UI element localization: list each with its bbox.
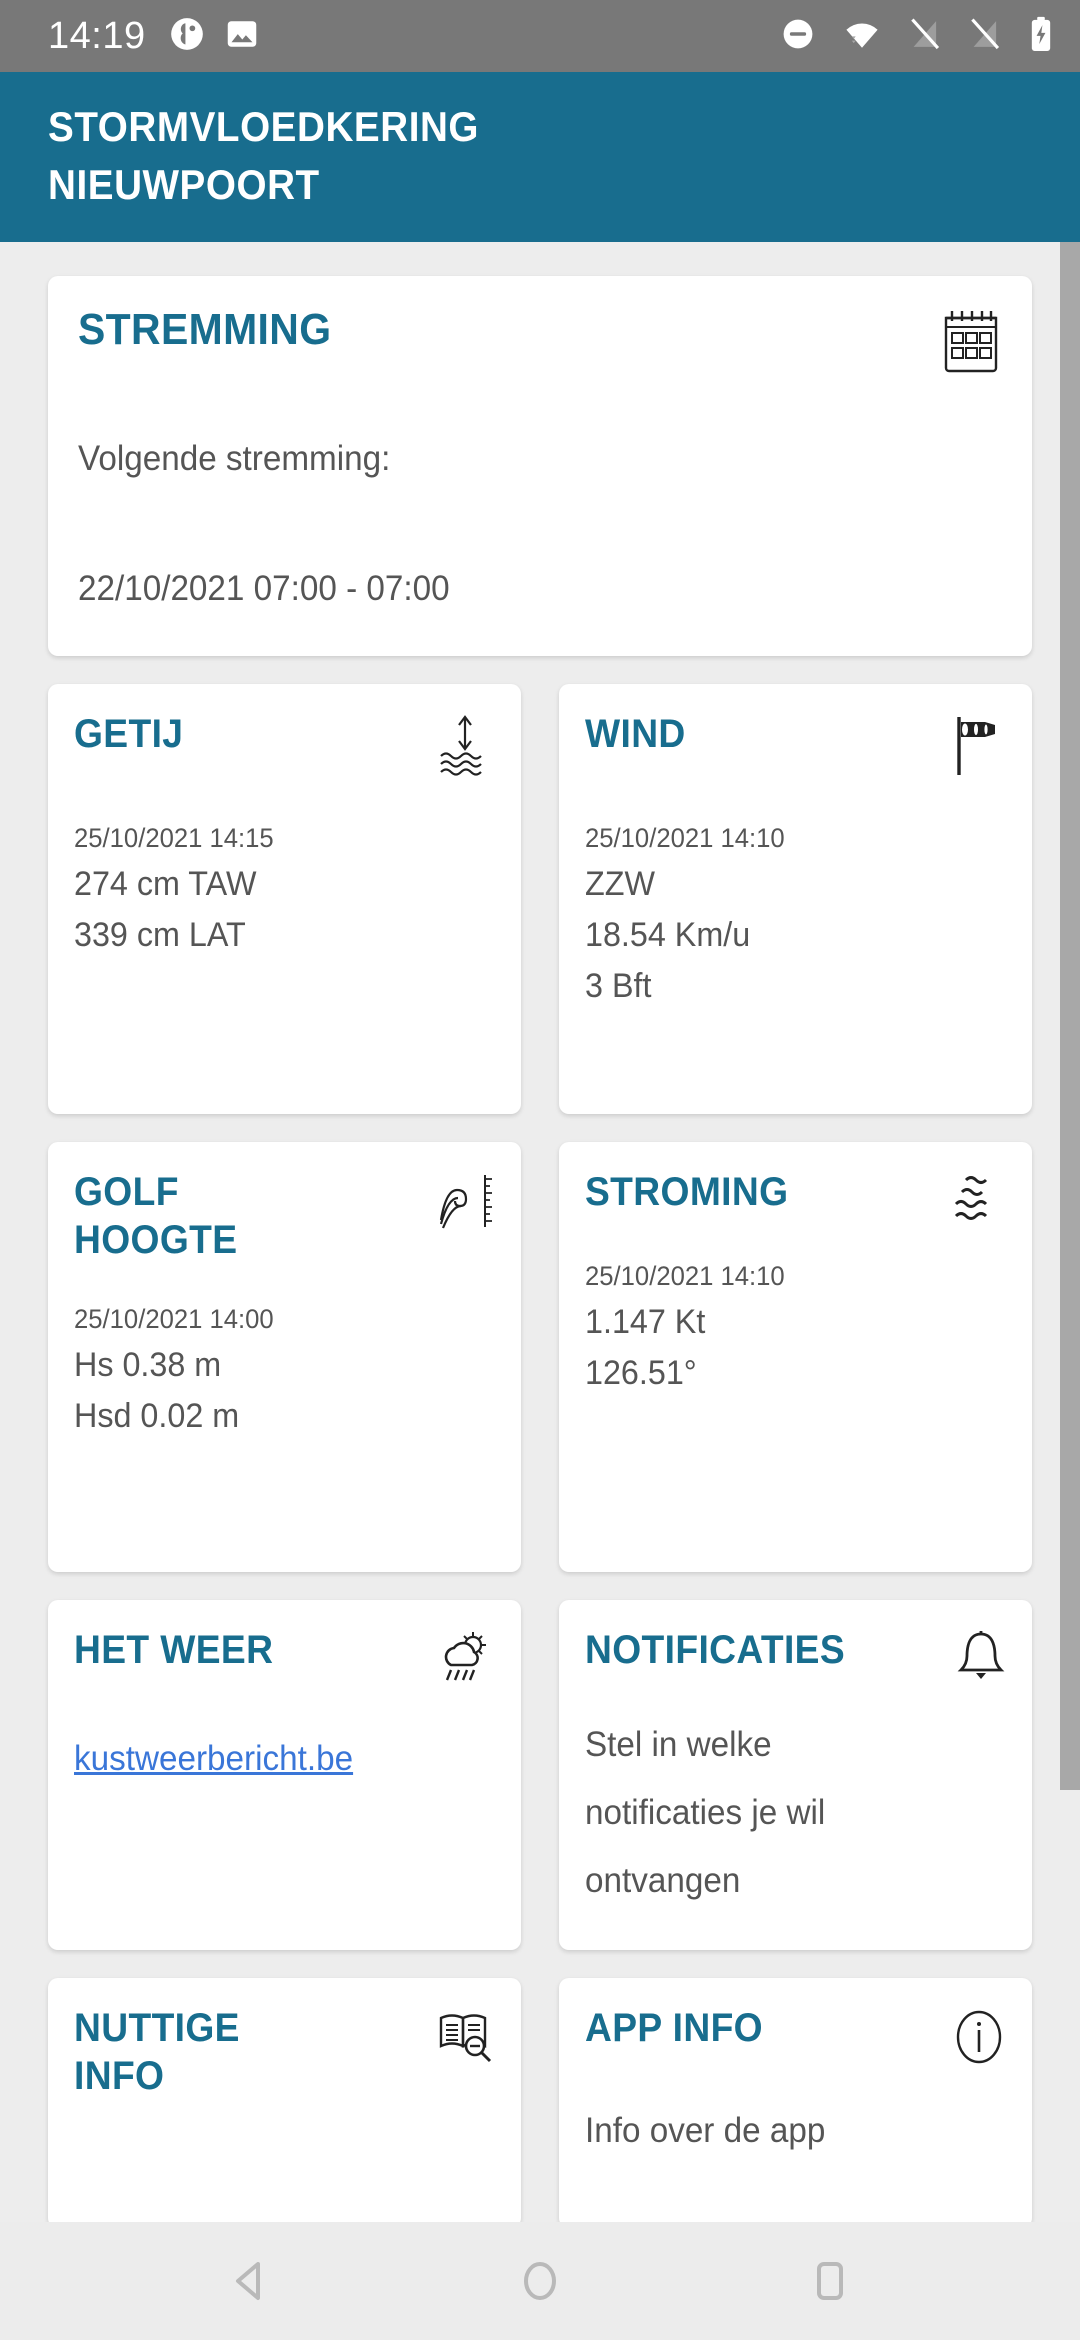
wave-height-icon (437, 1172, 495, 1239)
card-wind[interactable]: WIND 25/10/2021 14:10 ZZW 18.54 Km/u 3 B… (559, 684, 1032, 1114)
card-het-weer-title: HET WEER (74, 1628, 274, 1672)
card-getij[interactable]: GETIJ 25/10/2021 14:15 274 cm TAW 339 cm… (48, 684, 521, 1114)
card-stroming-value-1: 1.147 Kt (585, 1303, 706, 1341)
status-bar-notification-icons (168, 15, 260, 58)
card-nuttige-info[interactable]: NUTTIGE INFO (48, 1978, 521, 2228)
status-bar: 14:19 (0, 0, 1080, 72)
card-getij-header: GETIJ (74, 710, 495, 783)
battery-charging-icon (1028, 15, 1054, 58)
signal-off-2-icon (968, 16, 1002, 57)
wifi-icon (842, 16, 882, 57)
card-app-info-header: APP INFO (585, 2004, 1006, 2071)
windsock-icon (946, 714, 1006, 783)
app-title-line-2: NIEUWPOORT (48, 161, 320, 208)
card-getij-value-1: 274 cm TAW (74, 865, 257, 903)
dashboard-scroll-area[interactable]: STREMMING Volgende stremming: 22/10/2021… (0, 242, 1080, 2228)
card-wind-value-3: 3 Bft (585, 967, 652, 1005)
card-stroming-header: STROMING (585, 1168, 1006, 1237)
home-nav-button[interactable] (485, 2226, 595, 2336)
card-nuttige-info-title-line-2: INFO (74, 2054, 165, 2098)
card-wind-body: 25/10/2021 14:10 ZZW 18.54 Km/u 3 Bft (585, 817, 1006, 1012)
card-wind-title: WIND (585, 712, 686, 756)
row-wave-current: GOLF HOOGTE 25/10/2021 14:00 Hs 0.38 m H… (48, 1142, 1032, 1572)
card-app-info-text: Info over de app (585, 2111, 826, 2150)
card-golfhoogte-body: 25/10/2021 14:00 Hs 0.38 m Hsd 0.02 m (74, 1298, 495, 1442)
card-wind-value-1: ZZW (585, 865, 655, 903)
card-notificaties-title: NOTIFICATIES (585, 1628, 846, 1672)
card-golfhoogte[interactable]: GOLF HOOGTE 25/10/2021 14:00 Hs 0.38 m H… (48, 1142, 521, 1572)
phone-screen: 14:19 STORMVLOEDKERING NIEUWPOORT STREMM… (0, 0, 1080, 2340)
card-stremming-header: STREMMING (78, 304, 1002, 379)
card-golfhoogte-timestamp: 25/10/2021 14:00 (74, 1304, 274, 1334)
kustweerbericht-link[interactable]: kustweerbericht.be (74, 1733, 353, 1785)
calendar-icon (940, 308, 1002, 379)
card-stremming-title: STREMMING (78, 305, 332, 354)
status-bar-clock: 14:19 (48, 15, 146, 57)
bell-icon (956, 1630, 1006, 1693)
info-circle-icon (952, 2008, 1006, 2071)
signal-off-icon (908, 16, 942, 57)
card-notificaties-line-3: ontvangen (585, 1861, 741, 1900)
card-het-weer-header: HET WEER (74, 1626, 495, 1695)
card-getij-timestamp: 25/10/2021 14:15 (74, 823, 274, 853)
app-title-line-1: STORMVLOEDKERING (48, 103, 480, 150)
card-wind-value-2: 18.54 Km/u (585, 916, 751, 954)
tide-level-icon (435, 714, 495, 783)
card-app-info[interactable]: APP INFO Info over de app (559, 1978, 1032, 2228)
card-notificaties[interactable]: NOTIFICATIES Stel in welke notificaties … (559, 1600, 1032, 1950)
back-nav-button[interactable] (195, 2226, 305, 2336)
card-golfhoogte-value-1: Hs 0.38 m (74, 1346, 222, 1384)
card-stremming-label: Volgende stremming: (78, 439, 391, 478)
card-wind-header: WIND (585, 710, 1006, 783)
card-stroming[interactable]: STROMING 25/10/2021 14:10 1.147 Kt 126.5… (559, 1142, 1032, 1572)
card-notificaties-body: Stel in welke notificaties je wil ontvan… (585, 1711, 1006, 1915)
card-het-weer[interactable]: HET WEER kustweerbericht.be (48, 1600, 521, 1950)
card-notificaties-line-1: Stel in welke (585, 1725, 772, 1764)
card-app-info-body: Info over de app (585, 2097, 1006, 2165)
card-app-info-title: APP INFO (585, 2006, 763, 2050)
card-notificaties-line-2: notificaties je wil (585, 1793, 826, 1832)
card-stremming-value: 22/10/2021 07:00 - 07:00 (78, 569, 450, 608)
vertical-scrollbar[interactable] (1060, 242, 1080, 1790)
book-search-icon (437, 2008, 495, 2071)
sun-cloud-rain-icon (435, 1630, 495, 1695)
do-not-disturb-icon (780, 16, 816, 57)
card-golfhoogte-title-line-1: GOLF (74, 1170, 179, 1214)
row-tide-wind: GETIJ 25/10/2021 14:15 274 cm TAW 339 cm… (48, 684, 1032, 1114)
card-stroming-title: STROMING (585, 1170, 789, 1214)
image-icon (224, 16, 260, 57)
row-weather-notifications: HET WEER kustweerbericht.be NOTIFICATIES… (48, 1600, 1032, 1950)
card-golfhoogte-title-group: GOLF HOOGTE (74, 1168, 250, 1264)
card-getij-body: 25/10/2021 14:15 274 cm TAW 339 cm LAT (74, 817, 495, 961)
card-getij-title: GETIJ (74, 712, 184, 756)
card-nuttige-info-title-group: NUTTIGE INFO (74, 2004, 252, 2100)
card-getij-value-2: 339 cm LAT (74, 916, 246, 954)
card-stroming-body: 25/10/2021 14:10 1.147 Kt 126.51° (585, 1255, 1006, 1399)
card-notificaties-header: NOTIFICATIES (585, 1626, 1006, 1693)
app-badge-icon (168, 15, 206, 58)
card-grid: STREMMING Volgende stremming: 22/10/2021… (0, 242, 1080, 2228)
card-stroming-value-2: 126.51° (585, 1354, 697, 1392)
card-nuttige-info-header: NUTTIGE INFO (74, 2004, 495, 2100)
recents-nav-button[interactable] (775, 2226, 885, 2336)
row-useful-appinfo: NUTTIGE INFO APP INFO Info over de app (48, 1978, 1032, 2228)
status-bar-system-icons (780, 15, 1054, 58)
current-waves-icon (948, 1172, 1006, 1237)
card-wind-timestamp: 25/10/2021 14:10 (585, 823, 785, 853)
card-stroming-timestamp: 25/10/2021 14:10 (585, 1261, 785, 1291)
card-golfhoogte-title-line-2: HOOGTE (74, 1218, 238, 1262)
android-navigation-bar (0, 2222, 1080, 2340)
card-nuttige-info-title-line-1: NUTTIGE (74, 2006, 240, 2050)
app-header: STORMVLOEDKERING NIEUWPOORT (0, 72, 1080, 242)
card-golfhoogte-value-2: Hsd 0.02 m (74, 1397, 240, 1435)
card-stremming[interactable]: STREMMING Volgende stremming: 22/10/2021… (48, 276, 1032, 656)
card-golfhoogte-header: GOLF HOOGTE (74, 1168, 495, 1264)
card-het-weer-body: kustweerbericht.be (74, 1733, 495, 1785)
